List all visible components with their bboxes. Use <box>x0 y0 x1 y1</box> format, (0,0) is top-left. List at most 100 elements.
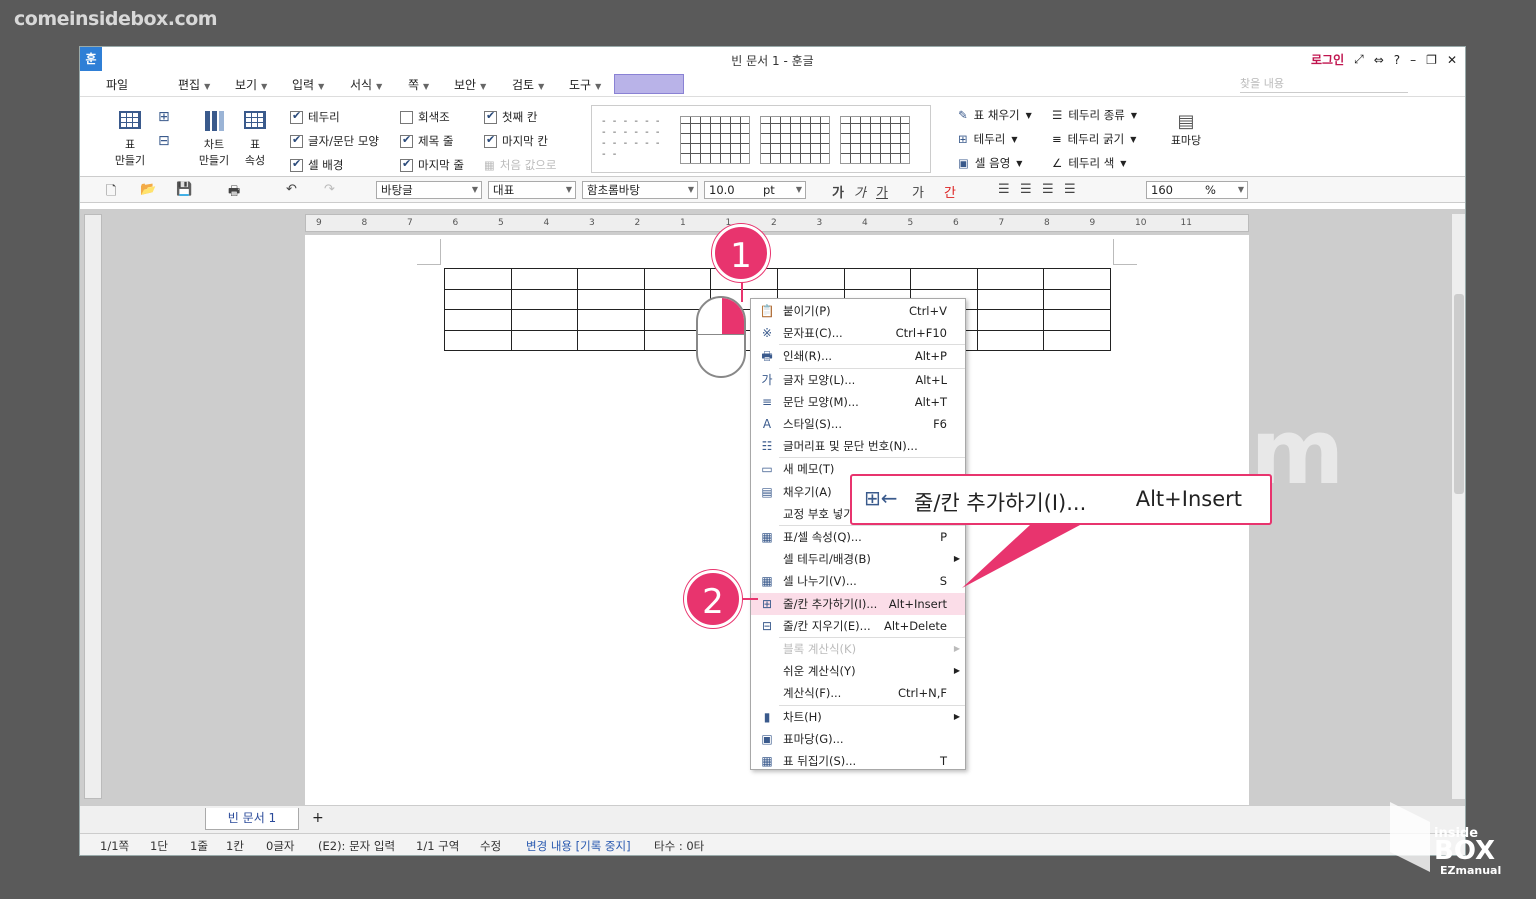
check-cell-bg[interactable]: 셀 배경 <box>290 157 343 173</box>
context-menu-item[interactable]: ⊟ 줄/칸 지우기(E)... Alt+Delete <box>751 615 965 637</box>
menu-security[interactable]: 보안 ▼ <box>454 76 486 93</box>
check-last-col[interactable]: 마지막 칸 <box>484 133 548 149</box>
italic-icon[interactable]: 가 <box>854 182 866 201</box>
table-style-gallery[interactable] <box>591 105 931 173</box>
table-cell[interactable] <box>1043 288 1111 310</box>
table-cell[interactable] <box>910 268 978 290</box>
table-cell[interactable] <box>976 329 1045 351</box>
add-tab-icon[interactable]: + <box>312 810 324 826</box>
chart-make-button[interactable]: 차트 만들기 <box>192 111 236 168</box>
context-menu-item[interactable]: 셀 테두리/배경(B) ▶ <box>751 548 965 570</box>
table-cell[interactable] <box>510 268 579 290</box>
table-cell[interactable] <box>444 329 512 351</box>
underline-icon[interactable]: 가 <box>876 182 888 201</box>
context-menu-item[interactable]: ⊞ 줄/칸 추가하기(I)... Alt+Insert <box>751 592 965 615</box>
menu-edit[interactable]: 편집 ▼ <box>178 76 210 93</box>
table-cell[interactable] <box>976 309 1045 331</box>
table-cell[interactable] <box>510 329 579 351</box>
minimize-icon[interactable]: – <box>1410 53 1416 67</box>
border-width-button[interactable]: ≡ 테두리 굵기 ▼ <box>1052 131 1136 147</box>
table-edit-icon[interactable]: ⊞ <box>158 109 170 125</box>
table-cell[interactable] <box>444 288 512 310</box>
table-cell[interactable] <box>843 268 912 290</box>
redo-icon[interactable]: ↷ <box>324 182 335 197</box>
strike-icon[interactable]: 가 <box>912 182 924 201</box>
doc-tab[interactable]: 빈 문서 1 <box>205 808 299 830</box>
context-menu-item[interactable]: 계산식(F)... Ctrl+N,F <box>751 682 965 704</box>
table-cell[interactable] <box>976 268 1045 290</box>
status-track-changes[interactable]: 변경 내용 [기록 중지] <box>526 838 631 854</box>
menu-insert[interactable]: 입력 ▼ <box>292 76 324 93</box>
context-menu-item[interactable]: ▮ 차트(H) ▶ <box>751 706 965 728</box>
status-edit[interactable]: 수정 <box>480 838 501 854</box>
table-make-button[interactable]: 표 만들기 <box>110 111 150 168</box>
context-menu-item[interactable]: 쉬운 계산식(Y) ▶ <box>751 660 965 682</box>
new-doc-icon[interactable]: 🗋 <box>106 182 116 204</box>
context-menu-item[interactable]: ▣ 표마당(G)... <box>751 728 965 750</box>
table-style-3[interactable] <box>760 116 830 164</box>
expand-icon[interactable]: ⇔ <box>1374 53 1384 67</box>
table-cell[interactable] <box>577 329 645 351</box>
context-menu-item[interactable]: ▦ 표 뒤집기(S)... T <box>751 750 965 772</box>
para-select[interactable]: 대표 ▼ <box>488 181 576 199</box>
context-menu-item[interactable]: A 스타일(S)... F6 <box>751 413 965 435</box>
menu-file[interactable]: 파일 <box>106 76 128 93</box>
table-cell[interactable] <box>577 309 645 331</box>
align-left-icon[interactable]: ☰ <box>1020 182 1032 197</box>
cell-shade-button[interactable]: ▣ 셀 음영 ▼ <box>958 155 1022 171</box>
font-select[interactable]: 함초롬바탕 ▼ <box>582 181 698 199</box>
menu-view[interactable]: 보기 ▼ <box>235 76 267 93</box>
context-menu-item[interactable]: 블록 계산식(K) ▶ <box>751 638 965 660</box>
menu-tools[interactable]: 도구 ▼ <box>569 76 601 93</box>
table-cell[interactable] <box>510 309 579 331</box>
check-border[interactable]: 테두리 <box>290 109 340 125</box>
align-center-icon[interactable]: ☰ <box>1042 182 1054 197</box>
border-color-button[interactable]: ∠ 테두리 색 ▼ <box>1052 155 1126 171</box>
menu-review[interactable]: 검토 ▼ <box>512 76 544 93</box>
print-icon[interactable]: 🖶 <box>228 182 240 204</box>
reset-button[interactable]: ▦ 처음 값으로 <box>484 157 556 173</box>
check-grayscale[interactable]: 회색조 <box>400 109 450 125</box>
table-mark-button[interactable]: ▤ 표마당 <box>1168 111 1204 148</box>
table-style-2[interactable] <box>680 116 750 164</box>
context-menu-item[interactable]: ≡ 문단 모양(M)... Alt+T <box>751 391 965 413</box>
table-cell[interactable] <box>976 288 1045 310</box>
table-cell[interactable] <box>1043 329 1111 351</box>
open-icon[interactable]: 📂 <box>140 182 156 197</box>
zoom-input[interactable]: 160% ▼ <box>1146 181 1248 199</box>
table-cell[interactable] <box>577 268 645 290</box>
context-menu-item[interactable]: 가 글자 모양(L)... Alt+L <box>751 369 965 391</box>
undo-icon[interactable]: ↶ <box>286 182 297 197</box>
menu-format[interactable]: 서식 ▼ <box>350 76 382 93</box>
table-cell[interactable] <box>444 309 512 331</box>
check-char-para[interactable]: 글자/문단 모양 <box>290 133 379 149</box>
vertical-scrollbar[interactable] <box>1451 214 1465 799</box>
table-draw-icon[interactable]: ⊟ <box>158 133 170 149</box>
table-cell[interactable] <box>776 268 845 290</box>
context-menu-item[interactable]: 📋 붙이기(P) Ctrl+V <box>751 300 965 322</box>
font-size-input[interactable]: 10.0 pt ▼ <box>704 181 806 199</box>
check-title-row[interactable]: 제목 줄 <box>400 133 453 149</box>
context-menu-item[interactable]: ▦ 셀 나누기(V)... S <box>751 570 965 592</box>
fullscreen-icon[interactable]: ⤢ <box>1354 52 1364 67</box>
context-menu-item[interactable]: ☷ 글머리표 및 문단 번호(N)... <box>751 435 965 457</box>
border-button[interactable]: ⊞ 테두리 ▼ <box>958 131 1018 147</box>
font-color-icon[interactable]: 간 <box>944 182 956 201</box>
align-justify-icon[interactable]: ☰ <box>998 182 1010 197</box>
check-last-row[interactable]: 마지막 줄 <box>400 157 464 173</box>
table-cell[interactable] <box>1043 268 1111 290</box>
context-menu-item[interactable]: 🖶 인쇄(R)... Alt+P <box>751 345 965 367</box>
table-cell[interactable] <box>643 268 712 290</box>
style-select[interactable]: 바탕글 ▼ <box>376 181 482 199</box>
align-right-icon[interactable]: ☰ <box>1064 182 1076 197</box>
table-cell[interactable] <box>577 288 645 310</box>
bold-icon[interactable]: 가 <box>832 182 844 201</box>
table-style-4[interactable] <box>840 116 910 164</box>
menu-page[interactable]: 쪽 ▼ <box>408 76 429 93</box>
restore-icon[interactable]: ❐ <box>1426 53 1437 67</box>
table-cell[interactable] <box>444 268 512 290</box>
context-menu-item[interactable]: ※ 문자표(C)... Ctrl+F10 <box>751 322 965 344</box>
table-cell[interactable] <box>1043 309 1111 331</box>
check-first-col[interactable]: 첫째 칸 <box>484 109 537 125</box>
help-icon[interactable]: ? <box>1394 53 1400 67</box>
